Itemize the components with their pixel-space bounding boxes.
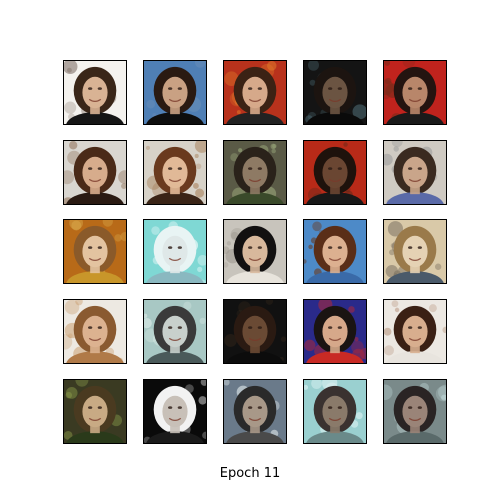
figure-caption: Epoch 11 <box>219 466 281 481</box>
sample-image <box>303 219 367 284</box>
sample-image <box>63 379 127 444</box>
sample-image <box>223 379 287 444</box>
sample-image <box>63 60 127 125</box>
sample-image <box>383 60 447 125</box>
sample-image <box>63 299 127 364</box>
sample-image <box>143 219 207 284</box>
sample-image <box>303 140 367 205</box>
sample-image <box>303 299 367 364</box>
sample-image <box>63 140 127 205</box>
sample-image <box>143 60 207 125</box>
sample-image <box>303 379 367 444</box>
sample-image <box>223 219 287 284</box>
sample-image <box>143 140 207 205</box>
sample-image <box>383 219 447 284</box>
sample-image <box>303 60 367 125</box>
sample-image <box>383 379 447 444</box>
sample-image <box>383 299 447 364</box>
figure: Epoch 11 <box>0 0 500 500</box>
sample-image <box>383 140 447 205</box>
sample-image <box>63 219 127 284</box>
sample-image <box>143 299 207 364</box>
sample-image <box>223 140 287 205</box>
sample-image <box>223 60 287 125</box>
sample-image <box>143 379 207 444</box>
sample-image <box>223 299 287 364</box>
